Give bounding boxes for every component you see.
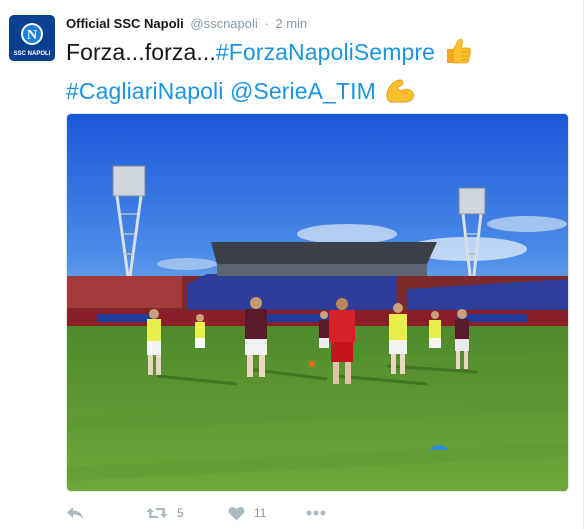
tweet-card: N SSC NAPOLI Official SSC Napoli @sscnap… bbox=[0, 0, 584, 529]
tweet-header: Official SSC Napoli @sscnapoli · 2 min bbox=[66, 16, 307, 31]
more-button[interactable] bbox=[306, 502, 326, 524]
tweet-photo[interactable] bbox=[66, 113, 569, 492]
hashtag-forzanapolisempre[interactable]: #ForzaNapoliSempre bbox=[216, 39, 435, 65]
reply-button[interactable] bbox=[66, 502, 84, 524]
hashtag-cagliarinapoli[interactable]: #CagliariNapoli bbox=[66, 78, 223, 104]
timestamp[interactable]: 2 min bbox=[275, 16, 307, 31]
flexed-biceps-icon bbox=[384, 74, 416, 113]
retweet-icon bbox=[146, 505, 168, 521]
thumbs-up-icon bbox=[443, 37, 473, 74]
tweet-text-plain: Forza...forza... bbox=[66, 39, 216, 65]
like-count: 11 bbox=[254, 506, 267, 520]
separator-dot: · bbox=[264, 16, 269, 31]
avatar[interactable]: N SSC NAPOLI bbox=[9, 15, 55, 61]
ssc-napoli-logo: N SSC NAPOLI bbox=[9, 15, 55, 61]
username-handle[interactable]: @sscnapoli bbox=[190, 16, 257, 31]
reply-icon bbox=[66, 505, 84, 521]
logo-letter: N bbox=[27, 28, 37, 43]
football-training-photo bbox=[67, 114, 568, 491]
mention-seriea-tim[interactable]: @SerieA_TIM bbox=[230, 78, 376, 104]
retweet-count: 5 bbox=[177, 506, 184, 520]
retweet-button[interactable]: 5 bbox=[146, 502, 184, 524]
like-button[interactable]: 11 bbox=[228, 502, 266, 524]
more-icon bbox=[306, 510, 326, 516]
tweet-actions: 5 11 bbox=[66, 502, 466, 524]
logo-text: SSC NAPOLI bbox=[14, 51, 51, 57]
heart-icon bbox=[228, 506, 245, 521]
display-name[interactable]: Official SSC Napoli bbox=[66, 16, 184, 31]
tweet-text: Forza...forza...#ForzaNapoliSempre #Cagl… bbox=[66, 36, 571, 113]
